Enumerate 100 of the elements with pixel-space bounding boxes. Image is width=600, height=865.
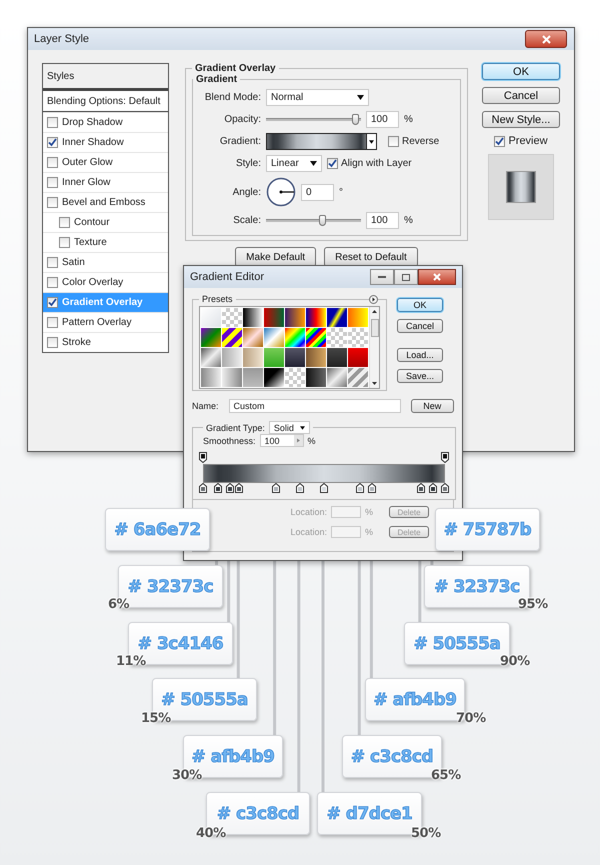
- style-dropdown[interactable]: Linear: [266, 155, 322, 172]
- close-button[interactable]: [525, 30, 567, 48]
- gradient-swatch[interactable]: [306, 328, 326, 347]
- color-stop-icon[interactable]: [226, 483, 234, 493]
- scrollbar[interactable]: [369, 307, 379, 388]
- gradient-swatch[interactable]: [327, 328, 347, 347]
- style-item[interactable]: Inner Glow: [43, 172, 168, 192]
- checkbox[interactable]: [47, 197, 58, 208]
- gradient-swatch[interactable]: [327, 348, 347, 367]
- gradient-type-dropdown[interactable]: Solid: [268, 421, 310, 434]
- checkbox[interactable]: [47, 157, 58, 168]
- style-item[interactable]: Bevel and Emboss: [43, 192, 168, 212]
- gradient-swatch[interactable]: [306, 308, 326, 327]
- checkbox[interactable]: [47, 137, 58, 148]
- gradient-swatch[interactable]: [327, 368, 347, 387]
- checkbox[interactable]: [47, 317, 58, 328]
- checkbox[interactable]: [59, 237, 70, 248]
- number-field[interactable]: 100: [366, 212, 399, 229]
- gradient-swatch[interactable]: [222, 368, 242, 387]
- color-stop-icon[interactable]: [368, 483, 376, 493]
- checkbox[interactable]: [47, 117, 58, 128]
- location-field[interactable]: [330, 526, 361, 538]
- close-button[interactable]: [418, 269, 456, 285]
- checkbox[interactable]: [47, 297, 58, 308]
- dialog-button[interactable]: Save...: [397, 369, 443, 383]
- new-button[interactable]: New: [410, 399, 454, 413]
- dialog-button[interactable]: Load...: [397, 348, 443, 362]
- gradient-picker[interactable]: [266, 133, 377, 150]
- gradient-swatch[interactable]: [201, 308, 221, 327]
- dialog-button[interactable]: OK: [482, 63, 560, 80]
- color-stop-icon[interactable]: [320, 483, 328, 493]
- stepper-icon[interactable]: [294, 435, 303, 446]
- minimize-button[interactable]: [370, 269, 394, 285]
- gradient-swatch[interactable]: [243, 328, 263, 347]
- style-item[interactable]: Blending Options: Default: [43, 90, 168, 112]
- checkbox[interactable]: [494, 136, 506, 146]
- gradient-swatch[interactable]: [285, 328, 305, 347]
- gradient-swatch[interactable]: [285, 368, 305, 387]
- color-stop-icon[interactable]: [428, 483, 437, 493]
- styles-header[interactable]: Styles: [43, 64, 168, 90]
- dialog-button[interactable]: Make Default: [235, 247, 316, 267]
- dialog-button[interactable]: OK: [397, 298, 443, 312]
- style-item[interactable]: Texture: [43, 232, 168, 252]
- blend-mode-dropdown[interactable]: Normal: [266, 89, 369, 106]
- gradient-swatch[interactable]: [264, 368, 284, 387]
- checkbox[interactable]: [47, 257, 58, 268]
- checkbox[interactable]: [47, 277, 58, 288]
- style-item[interactable]: Contour: [43, 212, 168, 232]
- angle-dial[interactable]: [266, 177, 296, 207]
- gradient-swatch[interactable]: [243, 368, 263, 387]
- dialog-button[interactable]: New Style...: [482, 111, 560, 128]
- color-stop-icon[interactable]: [416, 483, 425, 493]
- checkbox[interactable]: [327, 158, 338, 169]
- gradient-swatch[interactable]: [201, 348, 221, 367]
- gradient-swatch[interactable]: [306, 348, 326, 367]
- gradient-swatch[interactable]: [222, 328, 242, 347]
- gradient-swatch[interactable]: [243, 348, 263, 367]
- checkbox[interactable]: [59, 217, 70, 228]
- color-stop-icon[interactable]: [356, 483, 364, 493]
- gradient-swatch[interactable]: [264, 328, 284, 347]
- smoothness-field[interactable]: 100: [260, 434, 304, 447]
- color-stop-icon[interactable]: [296, 483, 304, 493]
- gradient-bar[interactable]: [203, 464, 445, 483]
- style-item[interactable]: Pattern Overlay: [43, 312, 168, 332]
- gradient-swatch[interactable]: [243, 308, 263, 327]
- maximize-button[interactable]: [394, 269, 418, 285]
- dialog-button[interactable]: Cancel: [397, 319, 443, 333]
- number-field[interactable]: 100: [366, 111, 399, 128]
- gradient-swatch[interactable]: [264, 308, 284, 327]
- style-item[interactable]: Stroke: [43, 332, 168, 352]
- number-field[interactable]: 0: [301, 184, 334, 200]
- color-stop-icon[interactable]: [235, 483, 244, 493]
- style-item[interactable]: Satin: [43, 252, 168, 272]
- gradient-swatch[interactable]: [222, 308, 242, 327]
- style-item[interactable]: Drop Shadow: [43, 112, 168, 132]
- dialog-button[interactable]: Reset to Default: [324, 247, 418, 267]
- gradient-swatch[interactable]: [285, 308, 305, 327]
- gradient-swatch[interactable]: [285, 348, 305, 367]
- checkbox[interactable]: [47, 177, 58, 188]
- color-stop-icon[interactable]: [199, 483, 207, 493]
- opacity-stop-icon[interactable]: [441, 452, 449, 463]
- gradient-swatch[interactable]: [348, 368, 368, 387]
- name-field[interactable]: Custom: [228, 399, 401, 413]
- color-stop-icon[interactable]: [214, 483, 222, 493]
- slider-thumb[interactable]: [319, 215, 326, 226]
- color-stop-icon[interactable]: [272, 483, 280, 493]
- gradient-swatch[interactable]: [348, 348, 368, 367]
- style-item[interactable]: Inner Shadow: [43, 132, 168, 152]
- gradient-swatch[interactable]: [327, 308, 347, 327]
- gradient-swatch[interactable]: [222, 348, 242, 367]
- checkbox[interactable]: [388, 136, 399, 147]
- checkbox[interactable]: [47, 337, 58, 348]
- location-field[interactable]: [330, 506, 361, 518]
- style-item[interactable]: Outer Glow: [43, 152, 168, 172]
- dialog-button[interactable]: Cancel: [482, 87, 560, 104]
- gradient-swatch[interactable]: [306, 368, 326, 387]
- gradient-swatch[interactable]: [348, 328, 368, 347]
- slider-thumb[interactable]: [352, 114, 360, 125]
- color-stop-icon[interactable]: [441, 483, 449, 493]
- opacity-stop-icon[interactable]: [199, 452, 207, 463]
